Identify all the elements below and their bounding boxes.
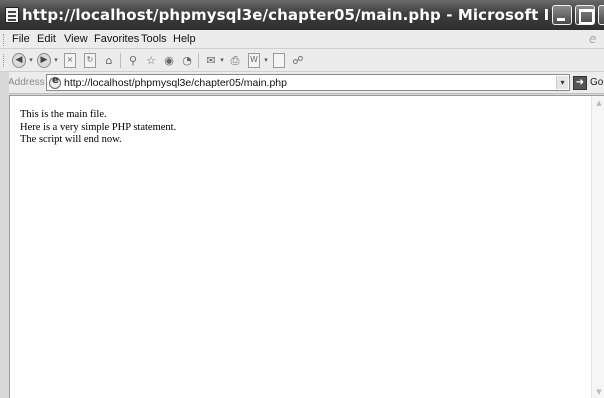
menu-favorites[interactable]: Favorites: [94, 33, 139, 45]
standard-toolbar: ◀ ▾ ▶ ▾ × ↻ ⌂ ⚲ ☆ ◉ ◔ ✉ ▾ ⎙ W ▾ ☍: [0, 49, 604, 72]
refresh-icon[interactable]: ↻: [84, 53, 96, 68]
discuss-icon[interactable]: [273, 53, 285, 68]
go-button[interactable]: Go: [590, 77, 603, 88]
menu-file[interactable]: File: [12, 33, 30, 45]
window-title: http://localhost/phpmysql3e/chapter05/ma…: [22, 6, 550, 24]
content-line: Here is a very simple PHP statement.: [20, 121, 177, 133]
back-dropdown-icon[interactable]: ▾: [28, 53, 34, 68]
address-url[interactable]: http://localhost/phpmysql3e/chapter05/ma…: [64, 77, 287, 89]
browser-window: http://localhost/phpmysql3e/chapter05/ma…: [0, 0, 604, 398]
address-label: Address: [8, 77, 45, 88]
menu-help[interactable]: Help: [173, 33, 196, 45]
content-line: This is the main file.: [20, 109, 107, 120]
home-icon[interactable]: ⌂: [102, 53, 116, 68]
history-icon[interactable]: ◔: [180, 53, 194, 68]
address-input[interactable]: http://localhost/phpmysql3e/chapter05/ma…: [46, 74, 570, 91]
edit-dropdown-icon[interactable]: ▾: [263, 53, 269, 68]
edit-icon[interactable]: W: [248, 53, 260, 68]
forward-icon[interactable]: ▶: [37, 53, 51, 68]
menu-view[interactable]: View: [64, 33, 88, 45]
scroll-up-icon[interactable]: ▲: [594, 98, 604, 108]
close-button[interactable]: ✕: [598, 5, 604, 25]
minimize-button[interactable]: [552, 5, 572, 25]
page-content: This is the main file. Here is a very si…: [20, 109, 176, 147]
menu-tools[interactable]: Tools: [141, 33, 167, 45]
stop-icon[interactable]: ×: [64, 53, 76, 68]
go-arrow-icon[interactable]: ➜: [573, 76, 587, 90]
scroll-down-icon[interactable]: ▼: [594, 387, 604, 397]
mail-dropdown-icon[interactable]: ▾: [219, 53, 225, 68]
menu-bar: File Edit View Favorites Tools Help e: [0, 30, 604, 49]
page-viewport: This is the main file. Here is a very si…: [9, 95, 604, 398]
title-bar[interactable]: http://localhost/phpmysql3e/chapter05/ma…: [0, 0, 604, 30]
page-icon: [5, 7, 19, 23]
messenger-icon[interactable]: ☍: [291, 53, 305, 68]
mail-icon[interactable]: ✉: [204, 53, 218, 68]
toolbar-separator: [198, 53, 199, 68]
ie-page-icon: [49, 75, 61, 89]
print-icon[interactable]: ⎙: [228, 53, 242, 68]
forward-dropdown-icon[interactable]: ▾: [53, 53, 59, 68]
content-line: The script will end now.: [20, 134, 122, 145]
window-frame-left: [0, 72, 9, 398]
favorites-icon[interactable]: ☆: [144, 53, 158, 68]
menu-edit[interactable]: Edit: [37, 33, 56, 45]
vertical-scrollbar[interactable]: ▲ ▼: [591, 96, 604, 398]
address-bar: Address http://localhost/phpmysql3e/chap…: [0, 72, 604, 94]
search-icon[interactable]: ⚲: [126, 53, 140, 68]
toolbar-grip[interactable]: [3, 54, 6, 67]
ie-logo-icon: e: [589, 32, 597, 46]
address-dropdown-icon[interactable]: ▾: [556, 76, 568, 89]
toolbar-separator: [120, 53, 121, 68]
back-icon[interactable]: ◀: [12, 53, 26, 68]
media-icon[interactable]: ◉: [162, 53, 176, 68]
toolbar-grip[interactable]: [3, 34, 6, 46]
maximize-button[interactable]: [575, 5, 595, 25]
